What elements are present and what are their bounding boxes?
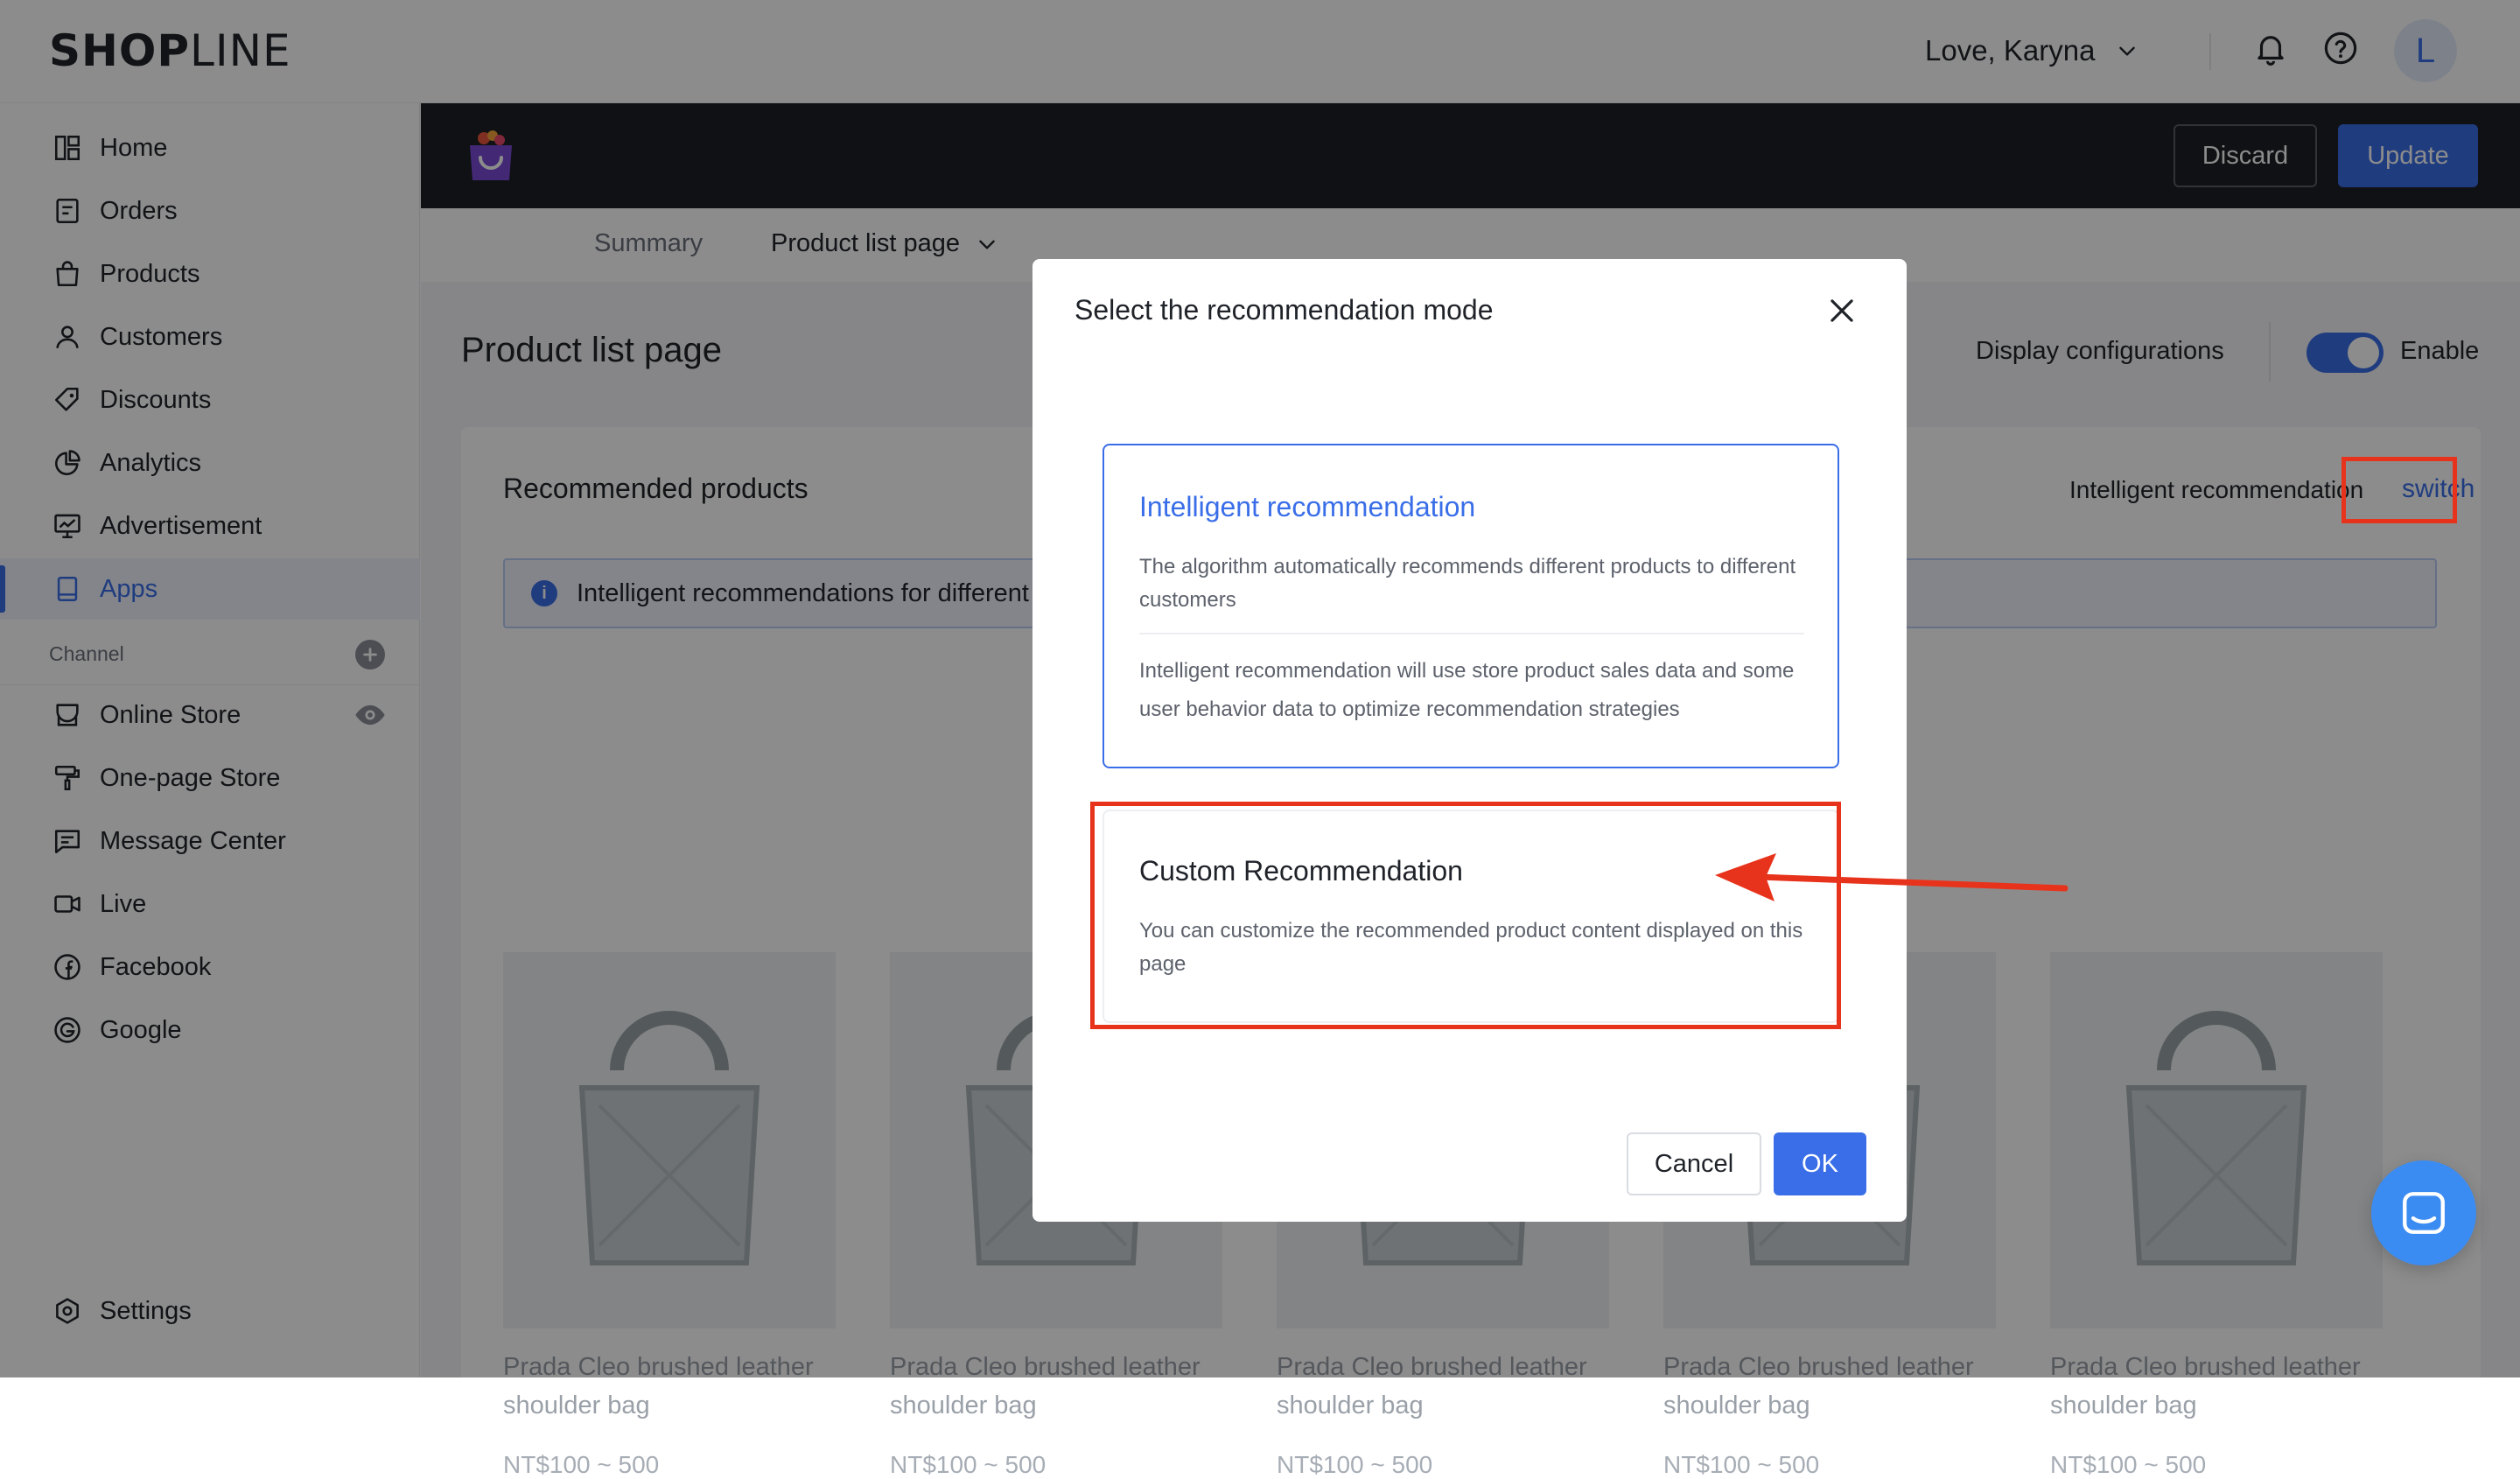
cancel-button[interactable]: Cancel xyxy=(1627,1132,1761,1195)
product-price: NT$100 ~ 500 xyxy=(2050,1451,2207,1478)
custom-recommendation-option[interactable]: Custom Recommendation You can customize … xyxy=(1102,810,1839,1023)
intelligent-recommendation-option[interactable]: Intelligent recommendation The algorithm… xyxy=(1102,444,1839,768)
close-icon[interactable] xyxy=(1825,294,1858,327)
product-price: NT$100 ~ 500 xyxy=(1663,1451,1820,1478)
option-description: The algorithm automatically recommends d… xyxy=(1139,555,1796,612)
recommendation-mode-dialog: Select the recommendation mode Intellige… xyxy=(1032,259,1907,1222)
ok-button[interactable]: OK xyxy=(1774,1132,1866,1195)
chat-icon xyxy=(2403,1192,2445,1234)
product-price: NT$100 ~ 500 xyxy=(890,1451,1046,1478)
dialog-title: Select the recommendation mode xyxy=(1074,294,1494,326)
option-divider xyxy=(1139,633,1804,634)
product-price: NT$100 ~ 500 xyxy=(1277,1451,1433,1478)
option-note: Intelligent recommendation will use stor… xyxy=(1139,659,1795,721)
product-price: NT$100 ~ 500 xyxy=(503,1451,660,1478)
option-title: Intelligent recommendation xyxy=(1139,491,1476,522)
option-description: You can customize the recommended produc… xyxy=(1139,919,1803,976)
chat-button[interactable] xyxy=(2371,1160,2476,1265)
option-title: Custom Recommendation xyxy=(1139,855,1463,887)
